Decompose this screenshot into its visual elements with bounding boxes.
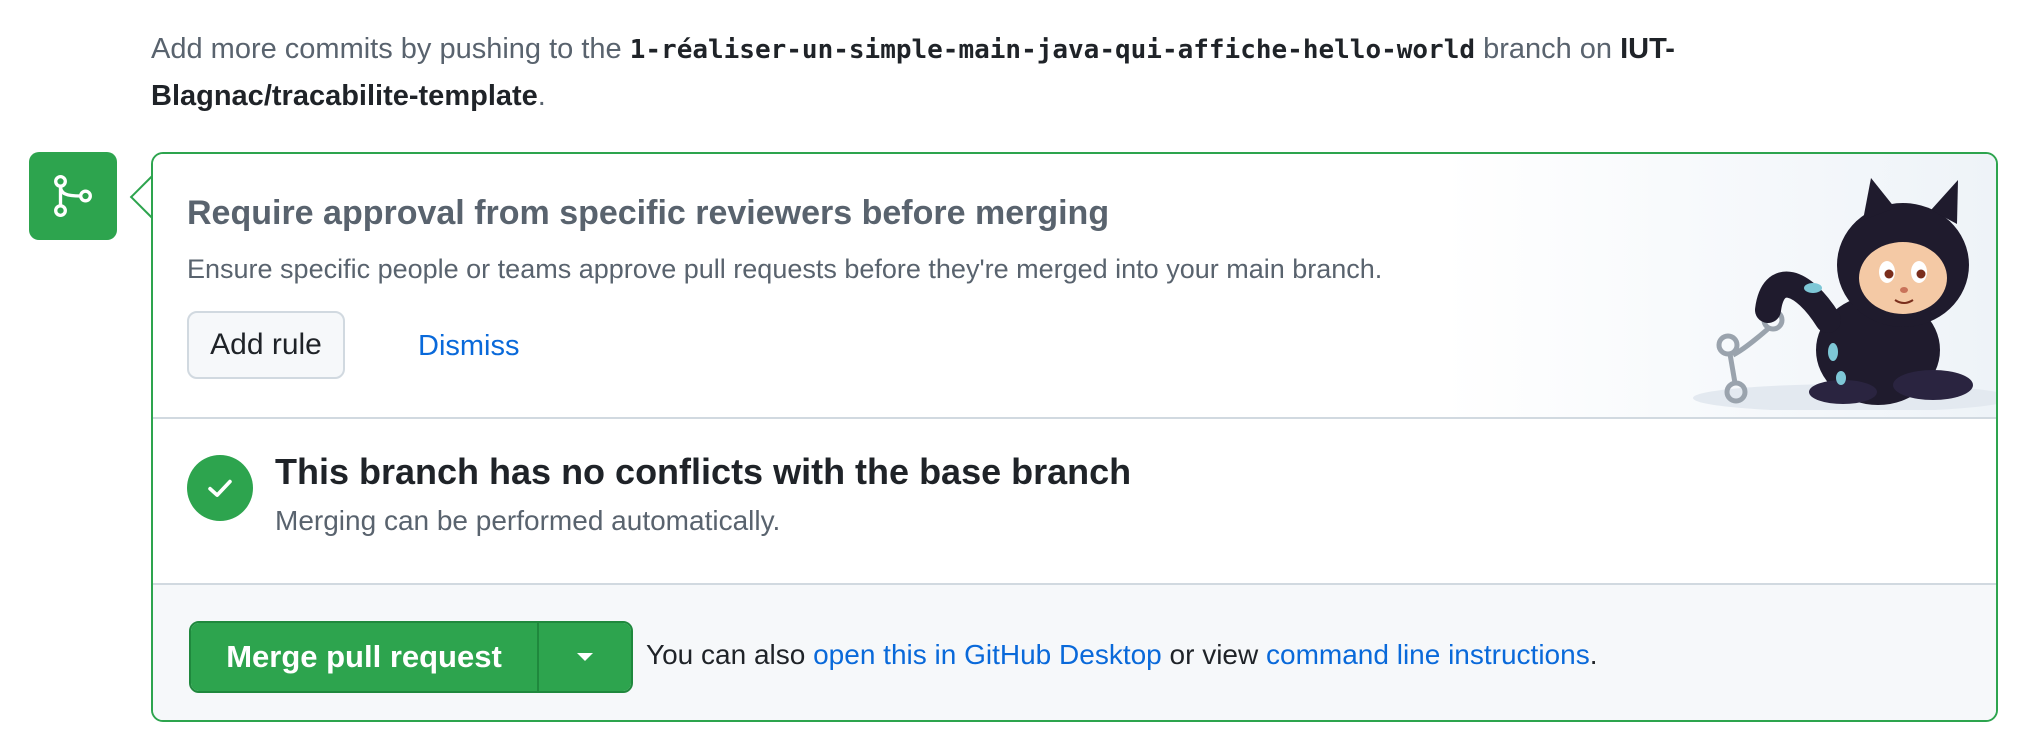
promo-title: Require approval from specific reviewers… — [187, 194, 1110, 232]
merge-status: This branch has no conflicts with the ba… — [153, 419, 1996, 585]
intro-prefix: Add more commits by pushing to the — [151, 33, 630, 65]
promo-description: Ensure specific people or teams approve … — [187, 254, 1383, 284]
dismiss-link[interactable]: Dismiss — [418, 330, 520, 363]
also-prefix: You can also — [646, 639, 814, 670]
check-icon — [187, 455, 253, 521]
merge-button-group: Merge pull request — [189, 621, 633, 693]
status-subtitle: Merging can be performed automatically. — [275, 505, 781, 536]
add-rule-button[interactable]: Add rule — [187, 311, 345, 379]
merge-box: Require approval from specific reviewers… — [151, 152, 1998, 722]
also-suffix: . — [1589, 639, 1598, 670]
command-line-instructions-link[interactable]: command line instructions — [1266, 639, 1590, 670]
triangle-down-icon — [577, 653, 593, 661]
merge-instructions-text: Add more commits by pushing to the 1-réa… — [151, 26, 1851, 119]
intro-suffix: . — [537, 80, 546, 112]
branch-name: 1-réaliser-un-simple-main-java-qui-affic… — [629, 35, 1476, 65]
octocat-illustration — [1693, 178, 1996, 410]
merge-options-dropdown[interactable] — [537, 623, 631, 691]
merge-pull-request-button[interactable]: Merge pull request — [191, 623, 537, 691]
reviewer-rule-promo: Require approval from specific reviewers… — [153, 154, 1996, 419]
intro-middle: branch on — [1475, 33, 1621, 65]
merge-actions: Merge pull request You can also open thi… — [153, 585, 1996, 720]
or-view-text: or view — [1161, 639, 1266, 670]
git-merge-icon — [29, 152, 117, 240]
open-in-github-desktop-link[interactable]: open this in GitHub Desktop — [813, 639, 1162, 670]
status-title: This branch has no conflicts with the ba… — [275, 451, 1132, 492]
alternative-merge-text: You can also open this in GitHub Desktop… — [646, 639, 1597, 671]
